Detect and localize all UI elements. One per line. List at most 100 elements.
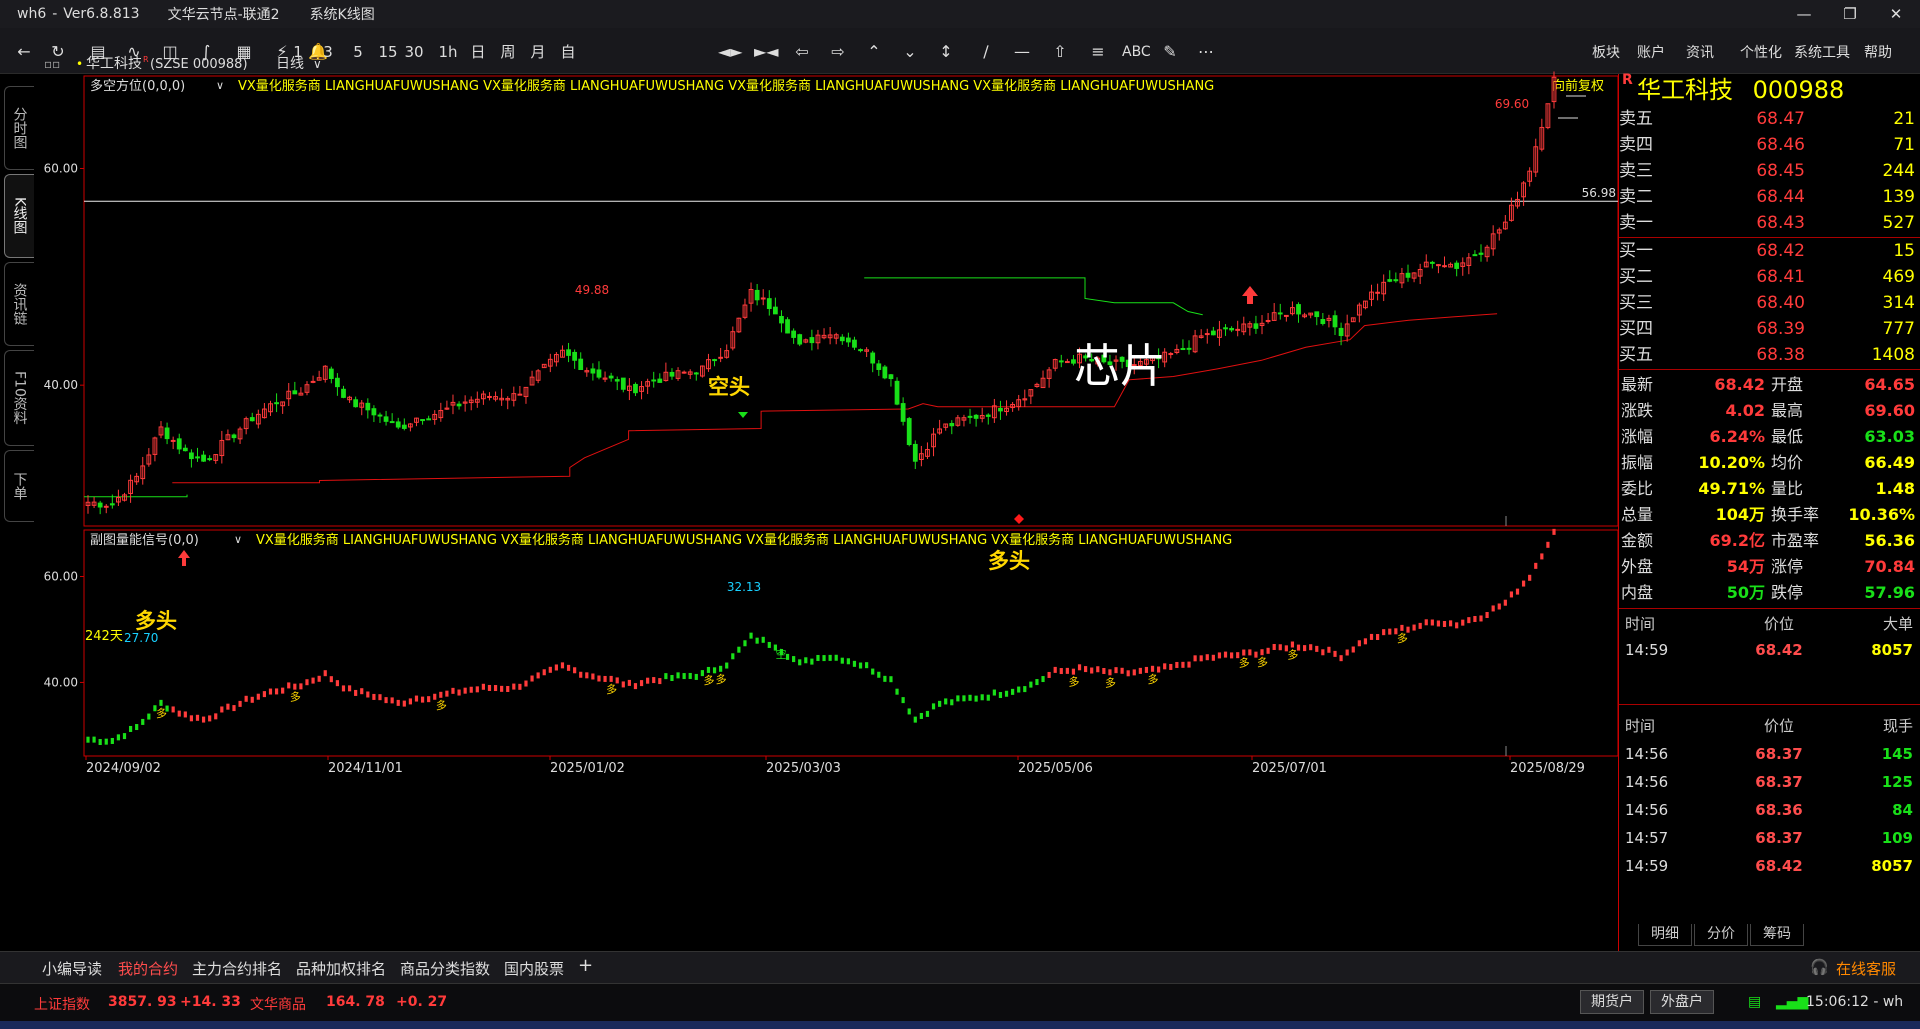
expand-down-icon[interactable]: ⌄: [900, 41, 920, 63]
main-indicator-name[interactable]: 多空方位(0,0,0): [90, 78, 185, 94]
minimize-icon[interactable]: —: [1780, 0, 1828, 28]
period-button-6[interactable]: 日: [468, 41, 488, 63]
menu-item-5[interactable]: 帮助: [1864, 42, 1892, 62]
tick-row[interactable]: 14:56 68.36 84: [1619, 796, 1920, 824]
tab-order[interactable]: 下单: [4, 450, 34, 522]
candle-body: [1320, 318, 1326, 324]
period-button-4[interactable]: 30: [404, 41, 424, 63]
volume-signal-mark: [226, 703, 230, 710]
menu-item-0[interactable]: 板块: [1592, 42, 1620, 62]
trendline-icon[interactable]: ∕: [976, 41, 996, 63]
buy-level-row[interactable]: 买四 68.39 777: [1619, 316, 1920, 342]
add-tab-button[interactable]: +: [578, 955, 593, 976]
close-icon[interactable]: ✕: [1872, 0, 1920, 28]
big-order-row[interactable]: 14:59 68.42 8057: [1619, 636, 1920, 664]
col-time: 时间: [1625, 615, 1656, 633]
pen-icon[interactable]: ✎: [1160, 41, 1180, 63]
scroll-right-icon[interactable]: ⇨: [828, 41, 848, 63]
more-icon[interactable]: ⋯: [1196, 41, 1216, 63]
stat-key: 换手率: [1771, 505, 1820, 524]
index-wh-name[interactable]: 文华商品: [250, 994, 306, 1014]
volume-signal-mark: [1217, 652, 1222, 659]
scroll-left-icon[interactable]: ⇦: [792, 41, 812, 63]
buy-level-row[interactable]: 买一 68.42 15: [1619, 238, 1920, 264]
crosshair-icon[interactable]: ↕: [936, 41, 956, 63]
back-icon[interactable]: ←: [14, 41, 34, 63]
bottom-tab-0[interactable]: 小编导读: [42, 958, 102, 979]
text-tool-button[interactable]: ABC: [1122, 41, 1151, 63]
menu-item-4[interactable]: 系统工具: [1794, 42, 1850, 62]
zoom-out-icon[interactable]: ►◄: [754, 41, 779, 63]
fib-icon[interactable]: ≡: [1088, 41, 1108, 63]
menu-item-2[interactable]: 资讯: [1686, 42, 1714, 62]
horizontal-line-icon[interactable]: —: [1012, 41, 1032, 63]
bottom-tab-5[interactable]: 国内股票: [504, 958, 564, 979]
buy-level-row[interactable]: 买三 68.40 314: [1619, 290, 1920, 316]
quote-tab-1[interactable]: 分价: [1694, 924, 1748, 946]
index-sh-name[interactable]: 上证指数: [34, 994, 90, 1014]
volume-signal-mark: [329, 676, 333, 683]
sell-level-row[interactable]: 卖三 68.45 244: [1619, 158, 1920, 184]
sell-level-row[interactable]: 卖二 68.44 139: [1619, 184, 1920, 210]
stat-value: 10.20%: [1698, 453, 1765, 472]
bottom-tab-3[interactable]: 品种加权排名: [296, 958, 386, 979]
buy-level-row[interactable]: 买二 68.41 469: [1619, 264, 1920, 290]
sub-indicator-name[interactable]: 副图量能信号(0,0): [90, 533, 199, 548]
period-button-5[interactable]: 1h: [438, 41, 458, 63]
tick-row[interactable]: 14:59 68.42 8057: [1619, 852, 1920, 880]
sell-level-row[interactable]: 卖五 68.47 21: [1619, 106, 1920, 132]
server-node[interactable]: 文华云节点-联通2: [168, 4, 280, 24]
bottom-tab-1[interactable]: 我的合约: [118, 958, 178, 979]
expand-up-icon[interactable]: ⌃: [864, 41, 884, 63]
menu-item-1[interactable]: 账户: [1637, 42, 1665, 62]
quote-tab-2[interactable]: 筹码: [1750, 924, 1804, 946]
period-button-7[interactable]: 周: [498, 41, 518, 63]
arrow-up-icon[interactable]: ⇧: [1050, 41, 1070, 63]
period-button-2[interactable]: 5: [348, 41, 368, 63]
volume-signal-mark: [487, 684, 492, 691]
chevron-down-icon[interactable]: ∨: [313, 57, 322, 71]
symbol-name[interactable]: 华工科技: [86, 56, 142, 72]
adjust-mode-label[interactable]: 向前复权: [1552, 78, 1604, 94]
quote-tab-0[interactable]: 明细: [1638, 924, 1692, 946]
tick-row[interactable]: 14:56 68.37 125: [1619, 768, 1920, 796]
futures-account-button[interactable]: 期货户: [1580, 990, 1644, 1014]
bottom-tab-4[interactable]: 商品分类指数: [400, 958, 490, 979]
foreign-account-button[interactable]: 外盘户: [1650, 990, 1714, 1014]
volume-signal-mark: [804, 657, 808, 664]
kline-chart[interactable]: ▫▫ • 华工科技 R (SZSE 000988) 日线 ∨ 多空方位(0,0,…: [38, 55, 1619, 951]
keyboard-icon[interactable]: ▤: [1748, 994, 1761, 1010]
volume-signal-mark: [743, 640, 747, 647]
buy-level-row[interactable]: 买五 68.38 1408: [1619, 342, 1920, 368]
tick-row[interactable]: 14:57 68.37 109: [1619, 824, 1920, 852]
period-button-3[interactable]: 15: [378, 41, 398, 63]
candle-body: [456, 403, 462, 407]
kline-chart-area[interactable]: ▫▫ • 华工科技 R (SZSE 000988) 日线 ∨ 多空方位(0,0,…: [38, 55, 1619, 951]
headset-icon[interactable]: 🎧: [1810, 958, 1829, 976]
period-button-8[interactable]: 月: [528, 41, 548, 63]
bottom-tab-2[interactable]: 主力合约排名: [192, 958, 282, 979]
volume-signal-mark: [1272, 643, 1276, 650]
period-selector[interactable]: 日线: [276, 56, 304, 72]
sell-level-row[interactable]: 卖四 68.46 71: [1619, 132, 1920, 158]
zoom-in-icon[interactable]: ◄►: [718, 41, 743, 63]
volume-signal-mark: [1260, 649, 1264, 656]
volume-signal-mark: [1375, 634, 1380, 641]
sell-level-row[interactable]: 卖一 68.43 527: [1619, 210, 1920, 236]
taskbar-strip: [0, 1021, 1920, 1029]
tab-f10[interactable]: F10资料: [4, 350, 34, 446]
volume-signal-mark: [1546, 541, 1550, 548]
volume-signal-mark: [731, 653, 735, 660]
tab-timeshare[interactable]: 分时图: [4, 86, 34, 170]
tab-news[interactable]: 资讯链: [4, 262, 34, 346]
buy-level-label: 买二: [1619, 267, 1653, 287]
menu-item-3[interactable]: 个性化: [1740, 42, 1782, 62]
restore-icon[interactable]: ❐: [1826, 0, 1874, 28]
volume-signal-mark: [1333, 650, 1337, 657]
tab-kline[interactable]: K线图: [4, 174, 34, 258]
period-button-9[interactable]: 自: [558, 41, 578, 63]
chevron-down-icon[interactable]: ∨: [234, 533, 242, 546]
tick-row[interactable]: 14:56 68.37 145: [1619, 740, 1920, 768]
chevron-down-icon[interactable]: ∨: [216, 79, 224, 92]
online-service-link[interactable]: 在线客服: [1836, 958, 1896, 979]
